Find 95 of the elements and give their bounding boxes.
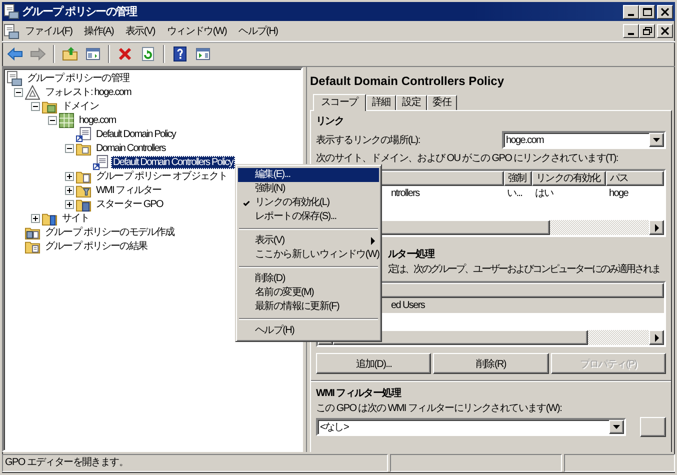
tree-toggle[interactable] <box>65 186 74 194</box>
menu-item[interactable]: 名前の変更(M) <box>238 286 379 300</box>
tree-toggle[interactable] <box>31 102 40 110</box>
menu-item[interactable]: 表示(V) <box>120 23 161 39</box>
tree-item[interactable]: グループ ポリシーの結果 <box>43 240 149 252</box>
menu-item[interactable]: ファイル(F) <box>19 23 78 39</box>
menu-item[interactable]: ヘルプ(H) <box>232 23 284 39</box>
tree-item[interactable]: Domain Controllers <box>94 142 168 154</box>
console-icon <box>7 70 22 86</box>
tree-item[interactable]: グループ ポリシーの管理 <box>25 72 131 84</box>
window-panes-icon <box>195 46 211 62</box>
tree-item[interactable]: Default Domain Policy <box>94 128 178 140</box>
tree-toggle[interactable] <box>65 172 74 180</box>
description-text: 定は、次のグループ、ユーザーおよびコンピューターにのみ適用されま <box>388 262 660 277</box>
column-header[interactable]: パス <box>606 171 664 186</box>
minimize-icon <box>628 14 634 16</box>
delete-icon <box>117 46 133 62</box>
server-icon <box>59 112 74 128</box>
window-panes-icon <box>85 46 101 62</box>
menu-item[interactable]: ヘルプ(H) <box>238 324 379 338</box>
menu-item[interactable]: 編集(E)... <box>238 168 379 182</box>
document-shortcut-icon <box>93 154 108 170</box>
tree-item[interactable]: Default Domain Controllers Policy <box>111 156 235 168</box>
caret-icon <box>653 138 660 142</box>
caret-icon <box>613 425 620 429</box>
menu-item[interactable]: リンクの有効化(L) <box>238 196 379 210</box>
tab[interactable]: 設定 <box>396 95 427 110</box>
action-button[interactable]: 削除(R) <box>433 353 549 374</box>
field-label: 表示するリンクの場所(L): <box>316 134 420 148</box>
menu-item[interactable]: 操作(A) <box>78 23 120 39</box>
location-dropdown[interactable]: hoge.com <box>502 131 666 149</box>
tree-toggle[interactable] <box>14 88 23 96</box>
status-text: GPO エディターを開きます。 <box>2 454 388 472</box>
minimize-icon <box>628 33 634 35</box>
child-restore-button[interactable] <box>639 24 655 38</box>
menu-item[interactable]: ウィンドウ(W) <box>160 23 233 39</box>
tab[interactable]: 委任 <box>426 95 458 110</box>
pane-title: Default Domain Controllers Policy <box>310 73 506 89</box>
scroll-arrow-button[interactable] <box>649 220 664 235</box>
tree-toggle[interactable] <box>48 116 57 124</box>
tree-toggle[interactable] <box>31 214 40 222</box>
column-header[interactable]: 強制 <box>504 171 532 186</box>
scroll-arrow-button[interactable] <box>649 330 664 345</box>
minimize-button[interactable] <box>623 4 639 18</box>
tree-toggle[interactable] <box>65 200 74 208</box>
folder-up-icon <box>62 46 78 62</box>
menu-item[interactable]: ここから新しいウィンドウ(W) <box>238 248 379 262</box>
triangle-icon <box>25 84 40 100</box>
arrow-icon <box>654 224 658 232</box>
section-heading: リンク <box>316 115 344 129</box>
menu-item[interactable]: 削除(D) <box>238 272 379 286</box>
section-heading: WMI フィルター処理 <box>316 386 401 401</box>
app-icon <box>4 4 19 19</box>
restore-icon <box>642 27 652 35</box>
document-shortcut-icon <box>76 126 91 142</box>
list-label: 次のサイト、ドメイン、および OU がこの GPO にリンクされています(T): <box>316 152 618 166</box>
table-cell-text: ed Users <box>390 299 426 313</box>
tree-item[interactable]: グループ ポリシー オブジェクト <box>94 170 230 182</box>
tree-item[interactable]: hoge.com <box>77 114 118 126</box>
table-cell-text: ntrollers <box>390 187 421 201</box>
tree-item[interactable]: サイト <box>60 212 92 224</box>
close-icon <box>661 8 669 16</box>
wmi-dropdown[interactable]: <なし> <box>316 418 626 436</box>
right-arrow-icon <box>30 46 46 62</box>
window-title: グループ ポリシーの管理 <box>22 4 138 19</box>
tree-toggle[interactable] <box>65 144 74 152</box>
console-icon <box>4 24 19 38</box>
refresh-icon <box>140 46 156 62</box>
close-icon <box>661 27 669 35</box>
description-text: この GPO は次の WMI フィルターにリンクされています(W): <box>316 402 562 416</box>
tab[interactable]: 詳細 <box>366 95 396 110</box>
child-minimize-button[interactable] <box>623 24 639 38</box>
tree-item[interactable]: ドメイン <box>60 100 100 112</box>
tab[interactable]: スコープ <box>313 94 366 111</box>
action-button[interactable]: 追加(D)... <box>316 353 432 374</box>
menu-item[interactable]: 強制(N) <box>238 182 379 196</box>
table-cell-text: hoge <box>608 187 630 201</box>
section-heading: ルター処理 <box>388 248 434 262</box>
close-button[interactable] <box>657 4 673 18</box>
menu-item[interactable]: 表示(V) <box>238 234 379 248</box>
tree-item[interactable]: スターター GPO <box>94 198 165 210</box>
menu-item[interactable]: レポートの保存(S)... <box>238 210 379 224</box>
help-book-icon <box>172 46 188 62</box>
maximize-icon <box>642 8 652 16</box>
column-header[interactable]: リンクの有効化 <box>532 171 606 186</box>
tree-item[interactable]: グループ ポリシーのモデル作成 <box>43 226 176 238</box>
menu-item[interactable]: 最新の情報に更新(F) <box>238 300 379 314</box>
tree-item[interactable]: WMI フィルター <box>94 184 164 196</box>
maximize-button[interactable] <box>639 4 655 18</box>
left-arrow-icon <box>7 46 23 62</box>
arrow-icon <box>654 334 658 342</box>
child-close-button[interactable] <box>657 24 673 38</box>
table-cell-text: い... <box>506 187 524 201</box>
table-cell-text: はい <box>534 187 554 201</box>
tree-item[interactable]: フォレスト: hoge.com <box>43 86 133 98</box>
